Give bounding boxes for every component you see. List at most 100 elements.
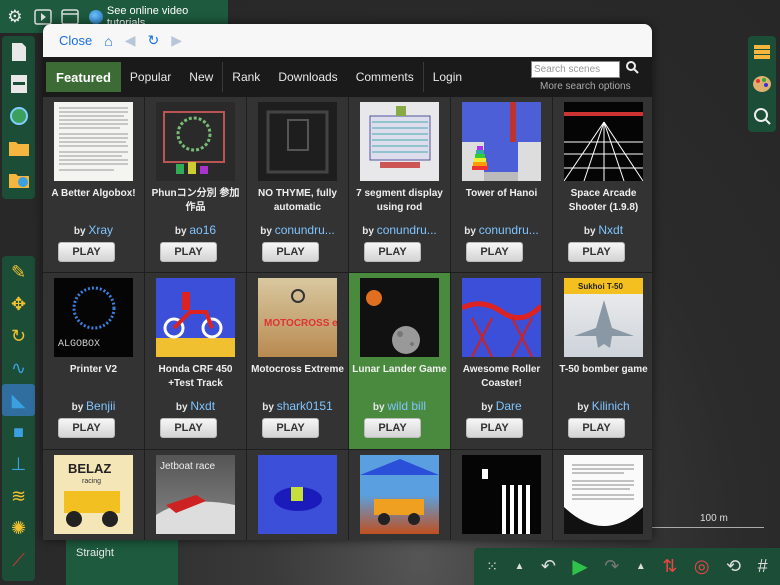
author-link[interactable]: Nxdt	[190, 399, 215, 413]
undo-icon[interactable]: ↶	[541, 556, 556, 577]
scene-thumbnail[interactable]	[360, 102, 439, 181]
scene-card[interactable]	[451, 450, 552, 540]
back-icon[interactable]: ◀	[125, 32, 136, 49]
scene-thumbnail[interactable]	[360, 278, 439, 357]
straight-label[interactable]: Straight	[76, 547, 114, 559]
scene-thumbnail[interactable]	[462, 278, 541, 357]
scene-thumbnail[interactable]: MOTOCROSS eXtreme	[258, 278, 337, 357]
scene-card[interactable]: 7 segment display using rod by conundru.…	[349, 97, 450, 272]
scene-card[interactable]: ALGOBOX Printer V2 by Benjii PLAY	[43, 273, 144, 449]
play-button[interactable]: PLAY	[262, 242, 319, 262]
scene-thumbnail[interactable]	[156, 278, 235, 357]
pencil-icon[interactable]: ✎	[2, 256, 35, 288]
play-button[interactable]: PLAY	[466, 418, 523, 438]
play-icon[interactable]: ▶	[572, 554, 587, 579]
tab-comments[interactable]: Comments	[347, 62, 423, 92]
scene-card[interactable]: Awesome Roller Coaster! by Dare PLAY	[451, 273, 552, 449]
scene-card[interactable]: A Better Algobox! by Xray PLAY	[43, 97, 144, 272]
scene-card[interactable]	[553, 450, 652, 540]
home-icon[interactable]: ⌂	[104, 33, 112, 49]
new-scene-icon[interactable]	[2, 36, 35, 68]
air-friction-icon[interactable]: ◎	[694, 556, 710, 577]
tab-new[interactable]: New	[180, 62, 222, 92]
scene-thumbnail[interactable]: Jetboat race	[156, 455, 235, 534]
zigzag-spring-icon[interactable]: ≋	[2, 480, 35, 512]
play-button[interactable]: PLAY	[262, 418, 319, 438]
rotate-icon[interactable]: ↻	[2, 320, 35, 352]
scene-thumbnail[interactable]	[564, 102, 643, 181]
tab-popular[interactable]: Popular	[121, 62, 180, 92]
play-button[interactable]: PLAY	[58, 418, 115, 438]
scene-card[interactable]: MOTOCROSS eXtreme Motocross Extreme by s…	[247, 273, 348, 449]
scene-card[interactable]: Tower of Hanoi by conundru... PLAY	[451, 97, 552, 272]
grid-icon[interactable]: #	[758, 556, 768, 577]
refresh-icon[interactable]: ↻	[148, 32, 160, 49]
move-icon[interactable]: ✥	[2, 288, 35, 320]
scene-thumbnail[interactable]: BELAZ racing	[54, 455, 133, 534]
author-link[interactable]: Kilinich	[592, 399, 630, 413]
redo-icon[interactable]: ↷	[604, 556, 619, 577]
scene-thumbnail[interactable]	[462, 102, 541, 181]
more-search-options-link[interactable]: More search options	[540, 81, 631, 92]
folder-globe-icon[interactable]	[2, 164, 35, 196]
polygon-tool-icon[interactable]: ◣	[2, 384, 35, 416]
author-link[interactable]: Nxdt	[598, 223, 623, 237]
scene-card[interactable]: BELAZ racing	[43, 450, 144, 540]
scene-thumbnail[interactable]	[156, 102, 235, 181]
scene-card[interactable]	[247, 450, 348, 540]
scene-card[interactable]	[349, 450, 450, 540]
plane-tool-icon[interactable]: ⊥	[2, 448, 35, 480]
gear-tool-icon[interactable]: ✺	[2, 512, 35, 544]
inspect-icon[interactable]	[748, 100, 776, 132]
gravity-icon[interactable]: ⇅	[662, 556, 677, 577]
scene-card-selected[interactable]: Lunar Lander Game by wild bill PLAY	[349, 273, 450, 449]
scene-card[interactable]: Phunコン分別 参加作品 by ao16 PLAY	[145, 97, 246, 272]
scene-card[interactable]: Sukhoi T-50 T-50 bomber game by Kilinich…	[553, 273, 652, 449]
play-button[interactable]: PLAY	[160, 242, 217, 262]
scene-thumbnail[interactable]	[462, 455, 541, 534]
play-button[interactable]: PLAY	[466, 242, 523, 262]
scene-card[interactable]: NO THYME, fully automatic by conundru...…	[247, 97, 348, 272]
scene-thumbnail[interactable]	[258, 102, 337, 181]
triangle-up-icon-2[interactable]: ▲	[636, 561, 646, 572]
tab-downloads[interactable]: Downloads	[269, 62, 346, 92]
forward-icon[interactable]: ▶	[171, 32, 182, 49]
author-link[interactable]: Xray	[88, 223, 113, 237]
play-button[interactable]: PLAY	[568, 418, 625, 438]
scene-thumbnail[interactable]: ALGOBOX	[54, 278, 133, 357]
scene-thumbnail[interactable]	[258, 455, 337, 534]
author-link[interactable]: conundru...	[275, 223, 335, 237]
scene-card[interactable]: Jetboat race	[145, 450, 246, 540]
palette-icon[interactable]	[748, 68, 776, 100]
spiral-icon[interactable]: ꩜	[2, 576, 35, 585]
tab-rank[interactable]: Rank	[222, 62, 269, 92]
open-online-icon[interactable]	[2, 100, 35, 132]
scene-thumbnail[interactable]	[360, 455, 439, 534]
gear-icon[interactable]: ⚙	[4, 6, 26, 28]
author-link[interactable]: conundru...	[479, 223, 539, 237]
author-link[interactable]: Dare	[496, 399, 522, 413]
author-link[interactable]: ao16	[189, 223, 216, 237]
search-icon[interactable]	[626, 61, 639, 77]
author-link[interactable]: conundru...	[377, 223, 437, 237]
play-button[interactable]: PLAY	[58, 242, 115, 262]
box-tool-icon[interactable]: ■	[2, 416, 35, 448]
play-button[interactable]: PLAY	[364, 242, 421, 262]
laser-tool-icon[interactable]: ⟋	[2, 544, 35, 576]
layers-icon[interactable]	[748, 36, 776, 68]
triangle-up-icon[interactable]: ▲	[514, 561, 524, 572]
grid-dots-icon[interactable]: ⁙	[486, 558, 498, 575]
author-link[interactable]: shark0151	[277, 399, 333, 413]
scene-card[interactable]: Honda CRF 450 +Test Track by Nxdt PLAY	[145, 273, 246, 449]
spring-icon[interactable]: ∿	[2, 352, 35, 384]
scene-thumbnail[interactable]	[564, 455, 643, 534]
tab-login[interactable]: Login	[422, 62, 471, 92]
search-input[interactable]: Search scenes	[531, 61, 620, 78]
scene-thumbnail[interactable]: Sukhoi T-50	[564, 278, 643, 357]
author-link[interactable]: Benjii	[86, 399, 115, 413]
author-link[interactable]: wild bill	[387, 399, 426, 413]
scene-card[interactable]: Space Arcade Shooter (1.9.8) by Nxdt PLA…	[553, 97, 652, 272]
play-button[interactable]: PLAY	[160, 418, 217, 438]
scene-thumbnail[interactable]	[54, 102, 133, 181]
save-icon[interactable]	[2, 68, 35, 100]
